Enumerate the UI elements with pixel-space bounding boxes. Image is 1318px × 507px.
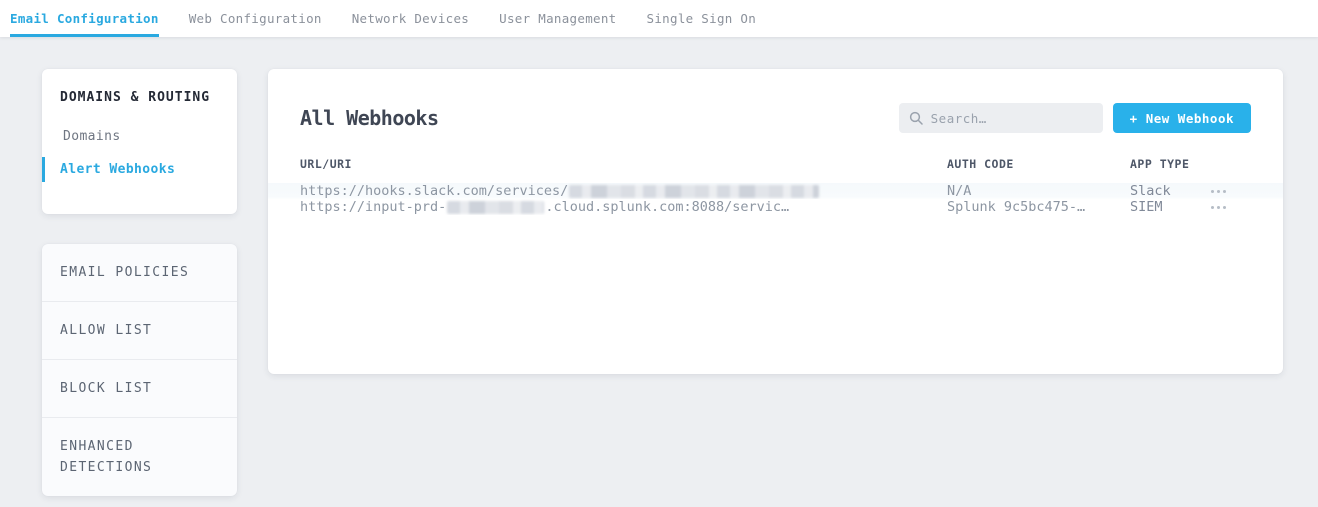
page-title: All Webhooks	[300, 106, 439, 130]
auth-code: Splunk 9c5bc475-…	[947, 199, 1130, 215]
sidebar-item-domains[interactable]: Domains	[42, 124, 237, 149]
tab-user-management[interactable]: User Management	[499, 0, 616, 37]
row-menu-button[interactable]	[1207, 184, 1230, 199]
ellipsis-icon	[1211, 190, 1214, 193]
url-text: https://input-prd-	[300, 199, 446, 215]
domains-routing-title: DOMAINS & ROUTING	[42, 90, 237, 105]
url-text-suffix: .cloud.splunk.com:8088/servic…	[545, 199, 789, 215]
search-input[interactable]	[931, 111, 1093, 126]
url-text: https://hooks.slack.com/services/	[300, 183, 568, 199]
ellipsis-icon	[1211, 206, 1214, 209]
tab-email-configuration[interactable]: Email Configuration	[10, 0, 159, 37]
redacted-blur	[447, 201, 544, 214]
search-icon	[909, 111, 923, 125]
app-type: SIEM	[1130, 199, 1207, 215]
tab-web-configuration[interactable]: Web Configuration	[189, 0, 322, 37]
sidebar-item-enhanced-detections[interactable]: ENHANCED DETECTIONS	[42, 418, 237, 496]
sidebar-item-email-policies[interactable]: EMAIL POLICIES	[42, 244, 237, 302]
sidebar-item-alert-webhooks[interactable]: Alert Webhooks	[42, 157, 237, 182]
tab-network-devices[interactable]: Network Devices	[352, 0, 469, 37]
redacted-blur	[569, 185, 819, 198]
policies-card: EMAIL POLICIES ALLOW LIST BLOCK LIST ENH…	[42, 244, 237, 496]
new-webhook-button[interactable]: + New Webhook	[1113, 103, 1251, 133]
page-content: DOMAINS & ROUTING Domains Alert Webhooks…	[0, 37, 1318, 496]
column-header-url: URL/URI	[300, 157, 947, 171]
sidebar-item-block-list[interactable]: BLOCK LIST	[42, 360, 237, 418]
webhooks-header: All Webhooks + New Webhook	[268, 69, 1283, 157]
webhook-url: https://hooks.slack.com/services/	[300, 183, 947, 199]
row-menu-button[interactable]	[1207, 200, 1230, 215]
column-header-app: APP TYPE	[1130, 157, 1207, 171]
sidebar-item-allow-list[interactable]: ALLOW LIST	[42, 302, 237, 360]
ellipsis-icon	[1217, 206, 1220, 209]
column-header-auth: AUTH CODE	[947, 157, 1130, 171]
top-nav: Email Configuration Web Configuration Ne…	[0, 0, 1318, 37]
sidebar: DOMAINS & ROUTING Domains Alert Webhooks…	[42, 69, 237, 496]
table-header: URL/URI AUTH CODE APP TYPE	[268, 157, 1283, 183]
domains-routing-card: DOMAINS & ROUTING Domains Alert Webhooks	[42, 69, 237, 214]
app-type: Slack	[1130, 183, 1207, 199]
webhooks-panel: All Webhooks + New Webhook URL/URI AUTH …	[268, 69, 1283, 374]
table-row[interactable]: https://hooks.slack.com/services/ N/A Sl…	[268, 183, 1283, 199]
ellipsis-icon	[1217, 190, 1220, 193]
webhook-url: https://input-prd- .cloud.splunk.com:808…	[300, 199, 947, 215]
auth-code: N/A	[947, 183, 1130, 199]
tab-single-sign-on[interactable]: Single Sign On	[647, 0, 757, 37]
ellipsis-icon	[1223, 206, 1226, 209]
ellipsis-icon	[1223, 190, 1226, 193]
search-box[interactable]	[899, 103, 1103, 133]
table-row[interactable]: https://input-prd- .cloud.splunk.com:808…	[268, 199, 1283, 215]
